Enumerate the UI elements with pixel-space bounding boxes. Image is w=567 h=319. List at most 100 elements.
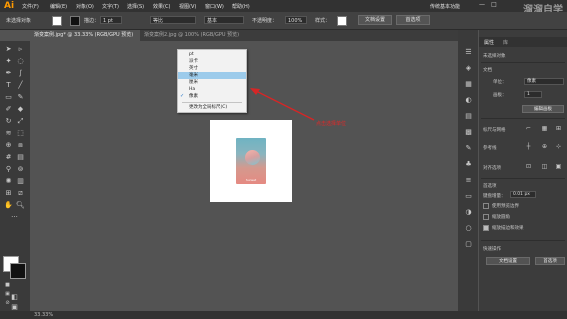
pixel-grid-icon[interactable]: ⊞ [554,124,563,133]
tab-libraries[interactable]: 库 [503,39,508,46]
direct-selection-tool-icon[interactable]: ▹ [16,45,25,54]
brush-definition[interactable]: 基本 [204,16,244,24]
document-setup-button[interactable]: 文档设置 [358,15,392,25]
scale-corners-checkbox[interactable] [483,214,489,220]
rectangle-tool-icon[interactable]: ▭ [4,93,13,102]
zoom-tool-icon[interactable]: 🔍︎ [16,201,25,210]
menu-type[interactable]: 文字(T) [102,3,119,10]
edit-artboards-button[interactable]: 编辑画板 [522,105,564,113]
keyboard-increment-field[interactable]: 0.01 px [510,191,536,198]
shape-builder-tool-icon[interactable]: ⊕ [4,141,13,150]
stroke-icon[interactable]: ≡ [464,176,473,185]
drawing-mode-icon[interactable]: ◧ [10,293,19,302]
column-graph-tool-icon[interactable]: ▥ [16,177,25,186]
graphic-style-swatch[interactable] [337,16,347,26]
minimize-icon[interactable]: — [478,1,486,10]
tab-properties[interactable]: 属性 [484,39,494,46]
menu-item-millimeter[interactable]: 毫米 [178,72,246,79]
menu-item-ha[interactable]: Ha [178,86,246,93]
show-guides-icon[interactable]: ┼ [524,142,533,151]
menu-item-inch[interactable]: 英寸 [178,65,246,72]
warp-tool-icon[interactable]: ≋ [4,129,13,138]
paintbrush-tool-icon[interactable]: ✎ [16,93,25,102]
menu-item-pt[interactable]: pt [178,51,246,58]
swatches-icon[interactable]: ▩ [464,128,473,137]
panel-preferences-button[interactable]: 首选项 [535,257,565,265]
gradient-icon[interactable]: ▭ [464,192,473,201]
mesh-tool-icon[interactable]: # [4,153,13,162]
workspace-switcher[interactable]: 传统基本功能 [430,3,460,10]
eraser-tool-icon[interactable]: ◆ [16,105,25,114]
slice-tool-icon[interactable]: ⧄ [16,189,25,198]
menu-view[interactable]: 视图(V) [179,3,196,10]
document-section-title: 文档 [483,68,492,73]
scale-strokes-checkbox[interactable] [483,225,489,231]
gradient-tool-icon[interactable]: ▤ [16,153,25,162]
menu-help[interactable]: 帮助(H) [232,3,250,10]
stroke-color-swatch[interactable] [70,16,80,26]
fill-color-swatch[interactable] [52,16,62,26]
lasso-tool-icon[interactable]: ◌ [16,57,25,66]
stroke-weight-field[interactable]: 1 pt [100,16,122,24]
snap-pixel-icon[interactable]: ▣ [554,162,563,171]
layers-icon[interactable]: ◈ [464,64,473,73]
more-tools-icon[interactable]: ··· [10,213,19,222]
menu-item-pica[interactable]: 派卡 [178,58,246,65]
pen-tool-icon[interactable]: ✒ [4,69,13,78]
stroke-swatch[interactable] [10,263,26,279]
artboard-select[interactable]: 1 [524,91,542,98]
eyedropper-tool-icon[interactable]: ⚲ [4,165,13,174]
snap-glyph-icon[interactable]: ◫ [540,162,549,171]
menu-effect[interactable]: 效果(C) [153,3,170,10]
color-guide-icon[interactable]: ▤ [464,112,473,121]
preview-bounds-checkbox[interactable] [483,203,489,209]
document-tabs: 渐变案例.jpg* @ 33.33% (RGB/GPU 预览) 渐变案例2.jp… [30,30,458,41]
artboard-tool-icon[interactable]: ⊞ [4,189,13,198]
menu-file[interactable]: 文件(F) [22,3,39,10]
preferences-button[interactable]: 首选项 [396,15,430,25]
maximize-icon[interactable]: □ [490,1,498,10]
free-transform-tool-icon[interactable]: ⬚ [16,129,25,138]
panel-document-setup-button[interactable]: 文档设置 [486,257,530,265]
curvature-tool-icon[interactable]: ∫ [16,69,25,78]
appearance-icon[interactable]: ○ [464,224,473,233]
zoom-level[interactable]: 33.33% [34,312,53,318]
opacity-field[interactable]: 100% [285,16,307,24]
artwork-caption: Sunset [245,178,257,182]
menu-item-centimeter[interactable]: 厘米 [178,79,246,86]
tab-document-2[interactable]: 渐变案例2.jpg @ 100% (RGB/GPU 预览) [140,30,250,41]
menu-item-global-rulers[interactable]: 更改为全局标尺(C) [178,104,246,111]
grid-icon[interactable]: ▦ [540,124,549,133]
shaper-tool-icon[interactable]: ✐ [4,105,13,114]
symbol-sprayer-icon[interactable]: ✺ [4,177,13,186]
blend-tool-icon[interactable]: ⊚ [16,165,25,174]
menu-edit[interactable]: 编辑(E) [50,3,67,10]
magic-wand-icon[interactable]: ✦ [4,57,13,66]
tab-document-1[interactable]: 渐变案例.jpg* @ 33.33% (RGB/GPU 预览) [30,30,140,41]
libraries-icon[interactable]: ▦ [464,80,473,89]
menu-select[interactable]: 选择(S) [127,3,144,10]
properties-icon[interactable]: ☰ [464,48,473,57]
line-tool-icon[interactable]: ╱ [16,81,25,90]
selection-tool-icon[interactable]: ➤ [4,45,13,54]
transparency-icon[interactable]: ◑ [464,208,473,217]
menu-object[interactable]: 对象(O) [76,3,94,10]
menu-item-pixel[interactable]: ✓ 像素 [178,93,246,100]
scale-tool-icon[interactable]: ⤢ [16,117,25,126]
snap-point-icon[interactable]: ⊡ [524,162,533,171]
color-icon[interactable]: ◐ [464,96,473,105]
menu-window[interactable]: 窗口(W) [205,3,224,10]
color-mode-icon[interactable]: ■ ▣ ⊘ [3,281,12,306]
smart-guides-icon[interactable]: ⊹ [554,142,563,151]
perspective-grid-icon[interactable]: ⧈ [16,141,25,150]
brushes-icon[interactable]: ✎ [464,144,473,153]
variable-width-profile[interactable]: 等比 [150,16,196,24]
symbols-icon[interactable]: ♣ [464,160,473,169]
units-select[interactable]: 像素 [524,78,564,85]
lock-guides-icon[interactable]: ⊕ [540,142,549,151]
type-tool-icon[interactable]: T [4,81,13,90]
rotate-tool-icon[interactable]: ↻ [4,117,13,126]
hand-tool-icon[interactable]: ✋ [4,201,13,210]
graphic-styles-icon[interactable]: ▢ [464,240,473,249]
ruler-icon[interactable]: ⌐ [524,124,533,133]
